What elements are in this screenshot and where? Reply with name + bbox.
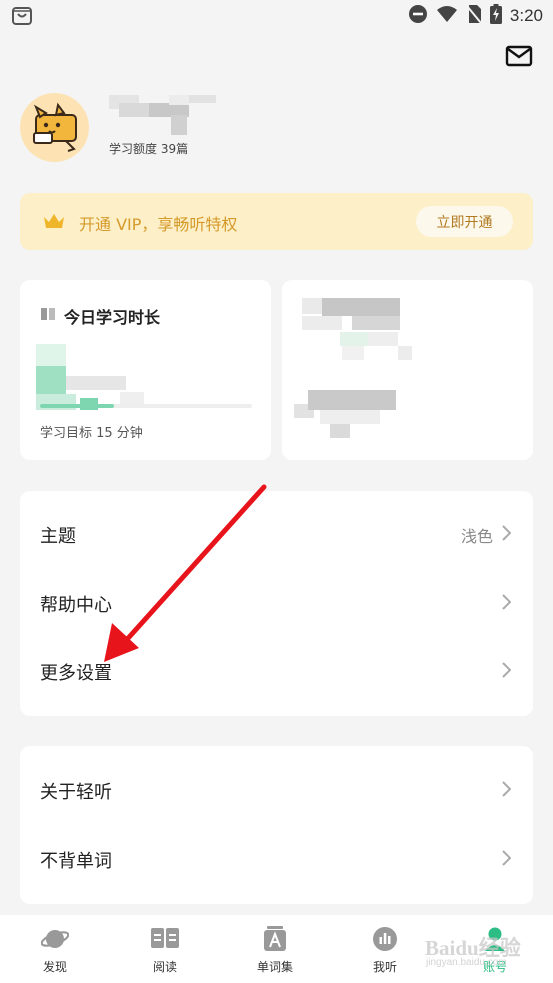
stats-card[interactable]	[282, 280, 533, 460]
stats-blurred-top	[302, 298, 412, 360]
no-sim-icon	[466, 4, 482, 28]
tab-read[interactable]: 阅读	[110, 915, 220, 983]
audio-bars-icon	[372, 926, 398, 956]
menu-item-label: 帮助中心	[40, 595, 112, 616]
menu-item-theme[interactable]: 主题 浅色	[20, 501, 533, 569]
chevron-right-icon	[501, 662, 512, 682]
username-blurred	[109, 95, 219, 135]
menu-item-bubei[interactable]: 不背单词	[20, 826, 533, 894]
tab-label: 我听	[372, 960, 397, 974]
menu-item-label: 主题	[40, 526, 76, 547]
about-menu-group: 关于轻听 不背单词	[20, 746, 533, 904]
tab-my-listening[interactable]: 我听	[330, 915, 440, 983]
tab-label: 单词集	[256, 960, 293, 974]
chevron-right-icon	[501, 781, 512, 801]
study-progress-fill	[40, 404, 115, 408]
book-icon	[40, 306, 56, 325]
watermark-url: jingyan.baidu.com	[426, 957, 507, 968]
study-time-blurred	[34, 342, 146, 412]
study-progress-bar	[40, 404, 252, 408]
menu-item-label: 更多设置	[40, 663, 112, 684]
study-time-card[interactable]: 今日学习时长 学习目标 15 分钟	[20, 280, 271, 460]
chevron-right-icon	[501, 525, 512, 545]
open-book-icon	[150, 926, 180, 954]
menu-item-about[interactable]: 关于轻听	[20, 757, 533, 825]
tab-word-sets[interactable]: 单词集	[220, 915, 330, 983]
tab-label: 阅读	[152, 960, 177, 974]
mail-icon[interactable]	[505, 44, 533, 68]
menu-item-help-center[interactable]: 帮助中心	[20, 570, 533, 638]
planet-icon	[40, 926, 70, 956]
open-vip-button[interactable]: 立即开通	[416, 206, 513, 237]
wifi-icon	[436, 5, 458, 27]
avatar[interactable]	[20, 93, 89, 162]
word-card-icon	[263, 926, 287, 956]
status-bar: 3:20	[0, 0, 553, 32]
menu-item-label: 关于轻听	[40, 782, 112, 803]
chevron-right-icon	[501, 594, 512, 614]
battery-charging-icon	[489, 4, 502, 28]
crown-icon	[42, 211, 66, 235]
study-card-title: 今日学习时长	[64, 308, 161, 327]
quota-text: 学习额度 39篇	[109, 142, 189, 156]
chevron-right-icon	[501, 850, 512, 870]
tab-label: 发现	[42, 960, 67, 974]
do-not-disturb-icon	[408, 4, 428, 28]
app-notification-icon	[11, 5, 33, 31]
vip-text: 开通 VIP，享畅听特权	[79, 215, 238, 234]
menu-item-label: 不背单词	[40, 851, 112, 872]
clock: 3:20	[509, 6, 543, 25]
stats-blurred-bottom	[290, 384, 400, 438]
theme-value: 浅色	[460, 527, 493, 546]
settings-menu-group: 主题 浅色 帮助中心 更多设置	[20, 491, 533, 716]
dog-avatar-icon	[33, 102, 77, 152]
vip-banner[interactable]: 开通 VIP，享畅听特权 立即开通	[20, 193, 533, 250]
study-goal-text: 学习目标 15 分钟	[40, 426, 143, 441]
menu-item-more-settings[interactable]: 更多设置	[20, 638, 533, 706]
tab-discover[interactable]: 发现	[0, 915, 110, 983]
